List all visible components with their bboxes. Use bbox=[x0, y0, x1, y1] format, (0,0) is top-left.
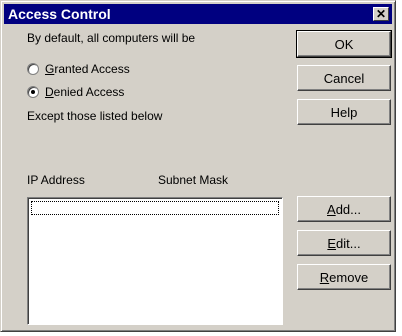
focus-row[interactable] bbox=[31, 201, 279, 215]
default-label: By default, all computers will be bbox=[27, 31, 196, 45]
remove-button[interactable]: Remove bbox=[297, 264, 391, 290]
window-title: Access Control bbox=[8, 6, 111, 22]
denied-radio[interactable] bbox=[27, 86, 39, 98]
close-button[interactable]: ✕ bbox=[373, 7, 389, 21]
access-control-dialog: Access Control ✕ By default, all compute… bbox=[0, 0, 396, 332]
subnet-mask-header: Subnet Mask bbox=[158, 173, 229, 187]
ip-address-header: IP Address bbox=[27, 173, 85, 187]
title-bar: Access Control ✕ bbox=[4, 4, 392, 24]
granted-label: Granted Access bbox=[45, 62, 130, 76]
except-label: Except those listed below bbox=[27, 109, 163, 123]
address-listbox[interactable] bbox=[27, 197, 283, 325]
granted-radio[interactable] bbox=[27, 63, 39, 75]
close-icon: ✕ bbox=[375, 7, 387, 21]
ok-button[interactable]: OK bbox=[296, 30, 392, 58]
denied-label: Denied Access bbox=[45, 85, 125, 99]
denied-access-option[interactable]: Denied Access bbox=[27, 85, 124, 99]
help-button[interactable]: Help bbox=[297, 99, 391, 125]
granted-access-option[interactable]: Granted Access bbox=[27, 62, 130, 76]
cancel-button[interactable]: Cancel bbox=[297, 65, 391, 91]
edit-button[interactable]: Edit... bbox=[297, 230, 391, 256]
add-button[interactable]: Add... bbox=[297, 196, 391, 222]
